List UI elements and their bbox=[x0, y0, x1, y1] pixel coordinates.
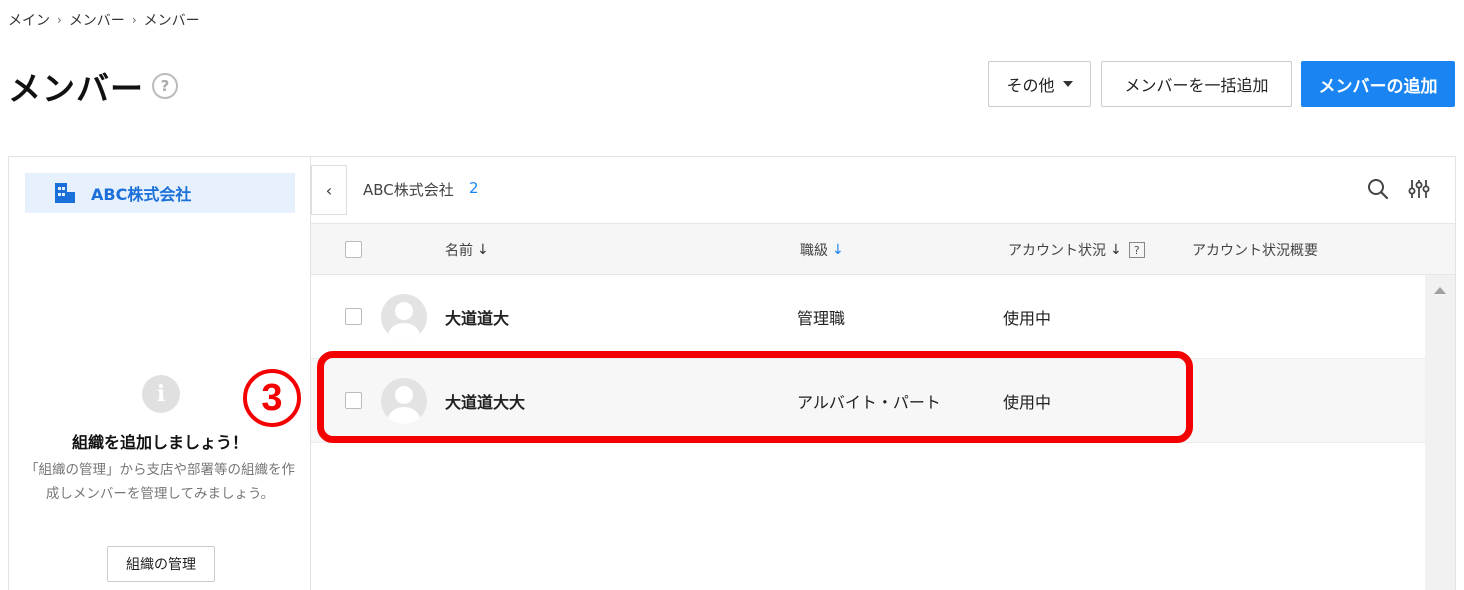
sort-arrow-icon: ↓ bbox=[1110, 242, 1122, 258]
breadcrumb: メイン › メンバー › メンバー bbox=[8, 10, 200, 30]
sidebar-org-label: ABC株式会社 bbox=[91, 185, 192, 204]
breadcrumb-separator: › bbox=[57, 13, 62, 27]
column-header-name-label: 名前 bbox=[445, 243, 473, 259]
select-all-checkbox[interactable] bbox=[345, 241, 362, 258]
other-button-label: その他 bbox=[1006, 76, 1055, 95]
building-icon bbox=[55, 183, 75, 203]
page-title: メンバー bbox=[8, 69, 144, 108]
help-icon[interactable]: ? bbox=[1128, 242, 1145, 258]
sort-arrow-active-icon: ↓ bbox=[832, 242, 844, 258]
breadcrumb-separator: › bbox=[131, 13, 137, 27]
column-header-name[interactable]: 名前 ↓ bbox=[445, 240, 489, 260]
breadcrumb-item-main[interactable]: メイン bbox=[8, 10, 50, 30]
search-icon[interactable] bbox=[1367, 178, 1389, 200]
avatar bbox=[381, 294, 427, 340]
vertical-scrollbar[interactable] bbox=[1425, 275, 1455, 590]
chevron-left-icon: ‹ bbox=[325, 180, 333, 200]
caret-down-icon bbox=[1062, 81, 1073, 87]
bulk-add-members-button[interactable]: メンバーを一括追加 bbox=[1101, 61, 1292, 107]
member-name[interactable]: 大道道大 bbox=[445, 305, 509, 329]
row-highlight-annotation bbox=[317, 351, 1193, 443]
info-icon: i bbox=[142, 375, 180, 413]
manage-organization-button[interactable]: 組織の管理 bbox=[107, 546, 215, 582]
column-header-account-status-label: アカウント状況 bbox=[1008, 243, 1106, 259]
add-member-button[interactable]: メンバーの追加 bbox=[1301, 61, 1455, 107]
row-checkbox[interactable] bbox=[345, 308, 362, 325]
member-status: 使用中 bbox=[1003, 309, 1052, 328]
step-number-marker: 3 bbox=[243, 369, 301, 427]
breadcrumb-item-members-parent[interactable]: メンバー bbox=[69, 10, 125, 30]
table-header: 名前 ↓ 職級 ↓ アカウント状況 ↓ ? アカウント状況概要 bbox=[311, 223, 1455, 275]
other-dropdown-button[interactable]: その他 bbox=[988, 61, 1091, 107]
scroll-up-arrow-icon[interactable] bbox=[1434, 287, 1446, 294]
help-icon[interactable]: ? bbox=[152, 73, 178, 99]
empty-state-description: 「組織の管理」から支店や部署等の組織を作成しメンバーを管理してみましょう。 bbox=[25, 462, 295, 502]
empty-state-title: 組織を追加しましょう！ bbox=[71, 433, 248, 452]
column-header-account-summary-label: アカウント状況概要 bbox=[1192, 243, 1318, 259]
column-header-account-status[interactable]: アカウント状況 ↓ ? bbox=[1008, 240, 1145, 260]
list-org-name: ABC株式会社 bbox=[363, 181, 454, 199]
table-row[interactable]: 大道道大 管理職 使用中 bbox=[311, 275, 1425, 359]
sort-arrow-icon: ↓ bbox=[477, 242, 489, 258]
info-icon-glyph: i bbox=[156, 381, 166, 407]
breadcrumb-item-members-current: メンバー bbox=[143, 13, 200, 29]
column-header-rank-label: 職級 bbox=[800, 243, 828, 259]
help-icon-glyph: ? bbox=[160, 77, 170, 95]
collapse-sidebar-button[interactable]: ‹ bbox=[311, 165, 347, 215]
member-count: 2 bbox=[469, 179, 479, 197]
column-header-account-summary: アカウント状況概要 bbox=[1192, 240, 1318, 260]
column-header-rank[interactable]: 職級 ↓ bbox=[800, 240, 844, 260]
member-rank: 管理職 bbox=[797, 309, 846, 328]
sidebar-item-organization[interactable]: ABC株式会社 bbox=[25, 173, 295, 213]
filter-settings-icon[interactable] bbox=[1407, 177, 1431, 201]
